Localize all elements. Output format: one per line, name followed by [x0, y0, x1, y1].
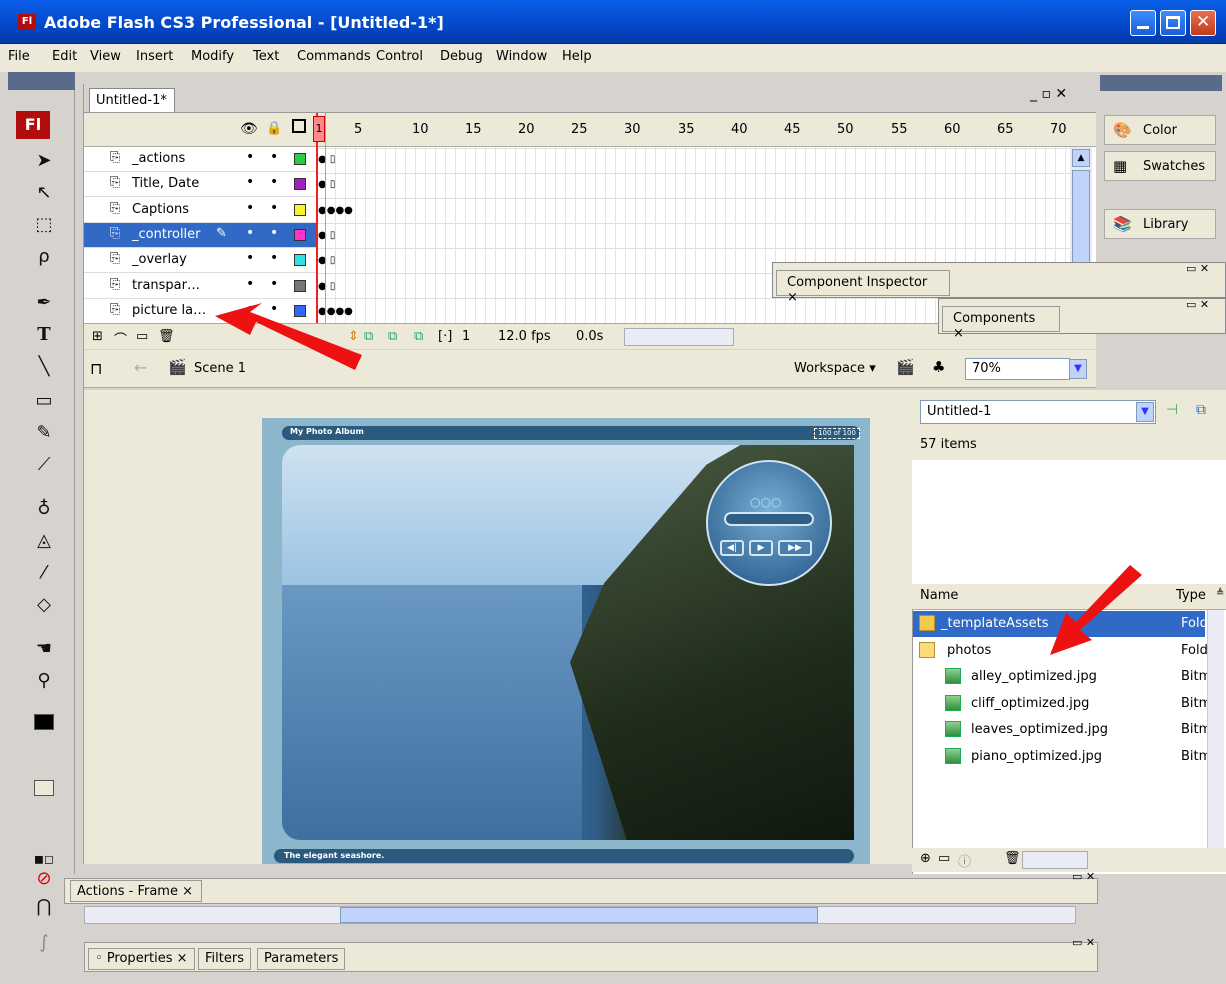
annotation-arrow-layers — [215, 303, 362, 370]
annotation-arrow-library — [1050, 565, 1142, 655]
annotation-arrows — [215, 303, 1142, 655]
